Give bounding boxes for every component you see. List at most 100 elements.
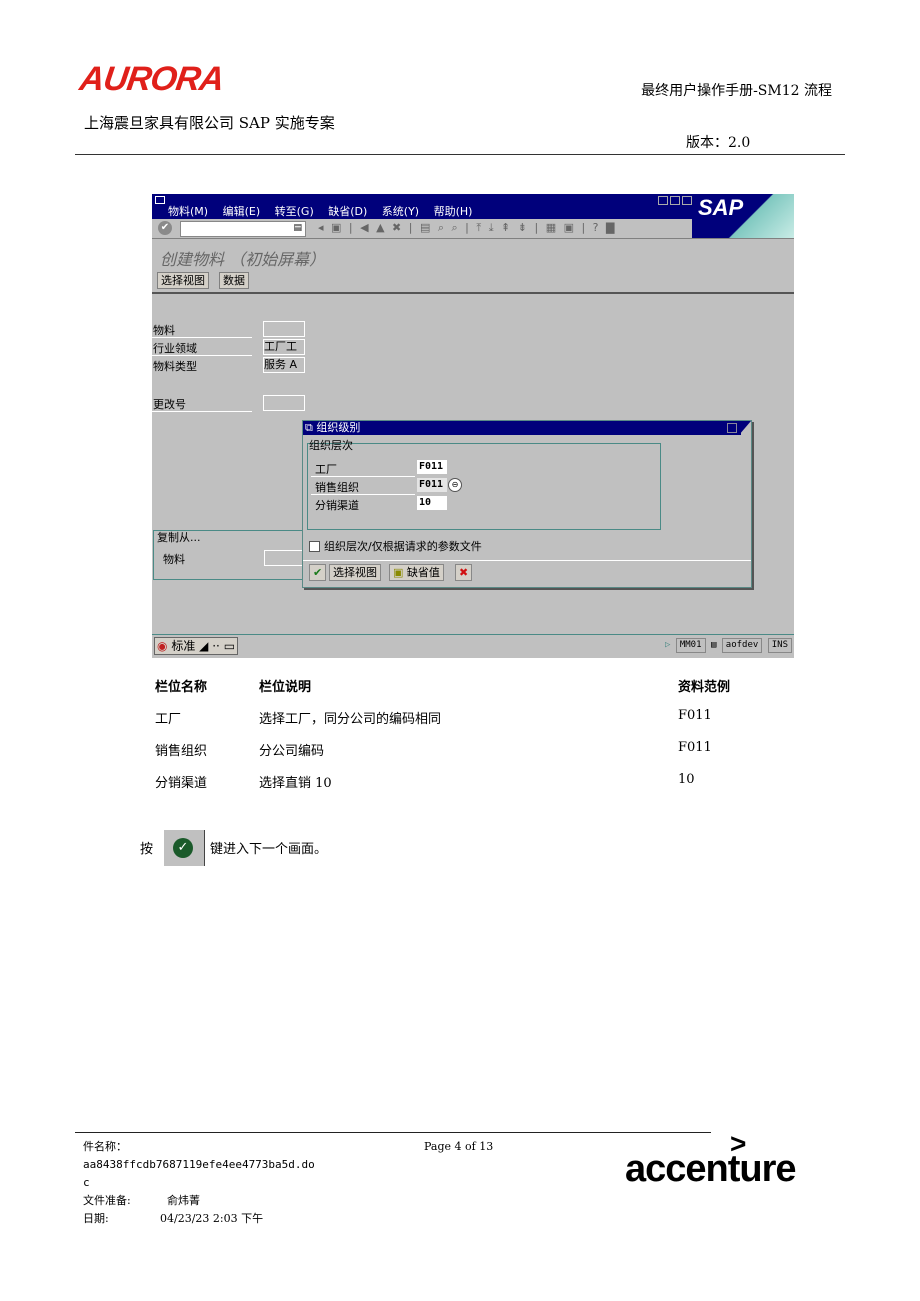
select-views-button[interactable]: 选择视图 xyxy=(157,272,209,289)
distribution-channel-label: 分销渠道 xyxy=(315,499,359,512)
industry-sector-input[interactable]: 工厂工 xyxy=(263,339,305,355)
application-toolbar: 选择视图 数据 xyxy=(152,269,794,294)
dialog-close-icon[interactable] xyxy=(727,423,737,433)
dialog-titlebar: ⧉ 组织级别 xyxy=(303,421,741,435)
footer-date: 04/23/23 2:03 下午 xyxy=(160,1212,264,1225)
instruction-prefix: 按 xyxy=(140,842,154,857)
enter-button-image: ✓ xyxy=(164,830,205,866)
cancel-icon: ✖ xyxy=(459,566,469,579)
company-project-title: 上海震旦家具有限公司 SAP 实施专案 xyxy=(84,114,335,132)
footer-prepared-by: 俞炜菁 xyxy=(167,1194,200,1207)
system-menu-icon[interactable] xyxy=(155,196,165,204)
sap-brand-area: SAP xyxy=(692,194,794,238)
header-example: 资料范例 xyxy=(678,680,731,695)
session-icon[interactable]: ▤ xyxy=(711,640,716,650)
sap-session-icon[interactable]: ◉ xyxy=(157,639,167,653)
toolbar-icons[interactable]: ◂ ▣ | ◀ ▲ ✖ | ▤ ⌕ ⌕ | ⤒ ⤓ ⇞ ⇟ | ▦ ▣ | ? … xyxy=(318,221,616,235)
transaction-code: MM01 xyxy=(675,638,706,653)
green-check-icon: ✓ xyxy=(173,838,193,858)
menu-defaults[interactable]: 缺省(D) xyxy=(328,205,367,218)
plant-input[interactable]: F011 xyxy=(417,460,447,474)
arrow-icon[interactable]: ◢ xyxy=(199,639,208,653)
org-levels-checkbox[interactable] xyxy=(309,541,320,552)
menu-system[interactable]: 系统(Y) xyxy=(382,205,419,218)
footer-prepared-label: 文件准备: xyxy=(83,1194,131,1207)
status-left-panel: ◉ 标准 ◢ ·· ▭ xyxy=(154,637,239,655)
header-divider xyxy=(75,154,845,155)
org-levels-checkbox-label: 组织层次/仅根据请求的参数文件 xyxy=(324,540,482,553)
menu-help[interactable]: 帮助(H) xyxy=(434,205,473,218)
field-label-industry: 行业领域 xyxy=(153,342,197,355)
footer-date-label: 日期: xyxy=(83,1212,109,1225)
org-levels-group xyxy=(307,443,661,530)
command-dropdown-icon[interactable]: ▤ xyxy=(293,223,302,233)
field-description-table: 栏位名称 栏位说明 资料范例 工厂 选择工厂，同分公司的编码相同 F011 销售… xyxy=(155,676,775,804)
enter-icon[interactable]: ✔ xyxy=(158,221,172,235)
copy-from-title: 复制从... xyxy=(157,531,201,544)
table-row: 销售组织 分公司编码 F011 xyxy=(155,740,712,759)
document-title: 最终用户操作手册-SM12 流程 xyxy=(641,83,832,99)
table-header: 栏位名称 栏位说明 资料范例 xyxy=(155,676,775,708)
sap-window: 物料(M) 编辑(E) 转至(G) 缺省(D) 系统(Y) 帮助(H) ✔ ▤ … xyxy=(152,194,794,658)
dots-icon[interactable]: ·· xyxy=(212,639,220,653)
dialog-select-views-button[interactable]: 选择视图 xyxy=(329,564,381,581)
menu-material[interactable]: 物料(M) xyxy=(168,205,208,218)
material-input[interactable] xyxy=(263,321,305,337)
confirm-button[interactable]: ✔ xyxy=(309,564,327,581)
dialog-title: 组织级别 xyxy=(316,421,361,434)
minimize-icon[interactable] xyxy=(658,196,668,205)
table-row: 分销渠道 选择直销 10 10 xyxy=(155,772,695,791)
sales-org-input[interactable]: F011 xyxy=(417,478,447,492)
menu-edit[interactable]: 编辑(E) xyxy=(223,205,261,218)
data-button[interactable]: 数据 xyxy=(219,272,249,289)
field-label-material-type: 物料类型 xyxy=(153,360,197,373)
distribution-channel-input[interactable]: 10 xyxy=(417,496,447,510)
footer-file-name-tail: c xyxy=(83,1176,90,1189)
plant-label: 工厂 xyxy=(315,463,337,476)
keyboard-icon[interactable]: ▭ xyxy=(224,639,235,653)
footer-page-number: Page 4 of 13 xyxy=(424,1140,494,1153)
change-number-input[interactable] xyxy=(263,395,305,411)
aurora-logo: AURORA xyxy=(77,60,226,98)
status-bar: ◉ 标准 ◢ ·· ▭ ▷ MM01 ▤ aofdev INS xyxy=(152,634,794,655)
insert-mode: INS xyxy=(767,638,792,653)
main-screen-area: 物料 行业领域 工厂工 物料类型 服务 A 更改号 复制从... 物料 ⧉ 组织… xyxy=(152,294,794,634)
dialog-window-icon: ⧉ xyxy=(305,421,313,434)
instruction-suffix: 键进入下一个画面。 xyxy=(210,842,328,857)
footer-divider xyxy=(75,1132,711,1133)
defaults-button[interactable]: ▣ 缺省值 xyxy=(389,564,444,581)
screen-title: 创建物料 （初始屏幕） xyxy=(160,250,326,269)
dialog-separator xyxy=(303,560,751,561)
close-window-icon[interactable] xyxy=(682,196,692,205)
header-field-name: 栏位名称 xyxy=(155,680,208,695)
server-name: aofdev xyxy=(721,638,763,653)
save-icon: ▣ xyxy=(393,566,404,579)
footer-file-name: aa8438ffcdb7687119efe4ee4773ba5d.do xyxy=(83,1158,315,1171)
copy-from-material-input[interactable] xyxy=(264,550,306,566)
sap-logo: SAP xyxy=(698,195,744,220)
accenture-logo: > accenture xyxy=(622,1128,812,1192)
status-right-panel: ▷ MM01 ▤ aofdev INS xyxy=(665,638,792,653)
copy-from-group: 复制从... 物料 xyxy=(153,530,310,580)
command-field[interactable]: ▤ xyxy=(180,221,306,237)
status-mode: 标准 xyxy=(171,639,196,653)
org-levels-dialog: ⧉ 组织级别 组织层次 工厂 F011 销售组织 F011 ⊖ 分销渠道 10 … xyxy=(302,420,752,588)
table-row: 工厂 选择工厂，同分公司的编码相同 F011 xyxy=(155,708,712,727)
expand-status-icon[interactable]: ▷ xyxy=(665,640,670,650)
field-label-material: 物料 xyxy=(153,324,175,337)
search-help-icon[interactable]: ⊖ xyxy=(448,478,462,492)
material-type-input[interactable]: 服务 A xyxy=(263,357,305,373)
checkmark-icon: ✔ xyxy=(313,566,323,579)
header-field-desc: 栏位说明 xyxy=(259,680,312,695)
sales-org-label: 销售组织 xyxy=(315,481,359,494)
org-levels-group-title: 组织层次 xyxy=(309,439,353,452)
accenture-wordmark: accenture xyxy=(625,1148,797,1190)
footer-file-label: 件名称： xyxy=(83,1140,127,1153)
cancel-button[interactable]: ✖ xyxy=(455,564,473,581)
maximize-icon[interactable] xyxy=(670,196,680,205)
version-label: 版本：2.0 xyxy=(686,135,751,151)
field-label-change-number: 更改号 xyxy=(153,398,186,411)
menu-items: 物料(M) 编辑(E) 转至(G) 缺省(D) 系统(Y) 帮助(H) xyxy=(168,203,483,219)
menu-goto[interactable]: 转至(G) xyxy=(275,205,314,218)
copy-from-material-label: 物料 xyxy=(163,553,185,566)
